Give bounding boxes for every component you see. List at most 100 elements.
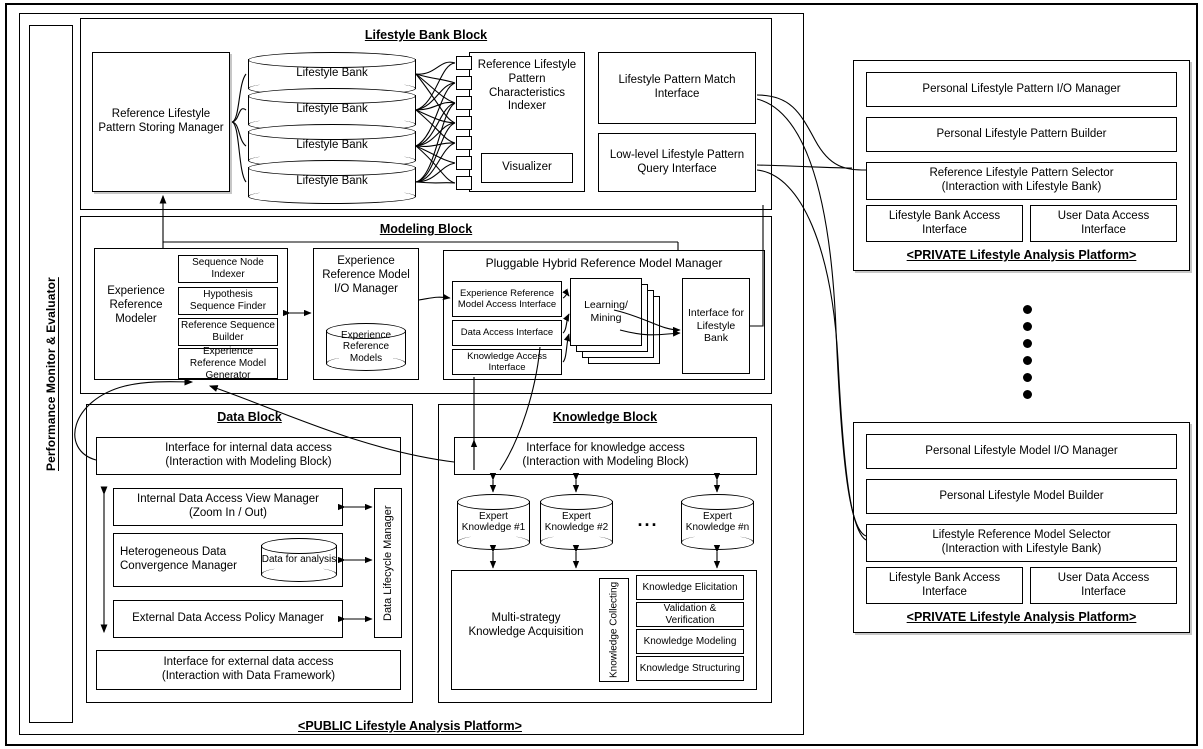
personal-lifestyle-model-builder[interactable]: Personal Lifestyle Model Builder [866, 479, 1177, 514]
indexer-port-7 [456, 176, 472, 190]
continuation-dot-2 [1023, 322, 1032, 331]
low-level-lifestyle-pattern-query-interface[interactable]: Low-level Lifestyle Pattern Query Interf… [598, 133, 756, 192]
private-platform-1-caption: <PRIVATE Lifestyle Analysis Platform> [906, 248, 1137, 262]
continuation-dot-5 [1023, 373, 1032, 382]
pp2-selector-line2: (Interaction with Lifestyle Bank) [941, 543, 1102, 555]
modeling-block-title: Modeling Block [379, 222, 473, 236]
learning-mining-label: Learning/ Mining [584, 299, 628, 324]
view-manager-line1: Internal Data Access View Manager [137, 493, 319, 506]
knowledge-structuring-label: Knowledge Structuring [639, 662, 741, 674]
experience-reference-model-access-interface[interactable]: Experience Reference Model Access Interf… [452, 281, 562, 317]
expert-knowledge-label: Expert Knowledge #n [685, 510, 750, 534]
continuation-dot-1 [1023, 305, 1032, 314]
acquisition-line2: Knowledge Acquisition [468, 625, 584, 638]
pp2-user-access-line1: User Data Access [1057, 571, 1150, 584]
continuation-dot-6 [1023, 390, 1032, 399]
external-interface-line1: Interface for external data access [163, 656, 334, 669]
external-interface-line2: (Interaction with Data Framework) [161, 670, 336, 682]
lifestyle-bank-cylinder-4[interactable]: Lifestyle Bank [248, 160, 416, 204]
interface-for-knowledge-access[interactable]: Interface for knowledge access (Interact… [454, 437, 757, 475]
pp2-user-access-line2: Interface [1081, 585, 1126, 598]
learning-mining-card-1[interactable]: Learning/ Mining [570, 278, 642, 346]
interface-for-internal-data-access[interactable]: Interface for internal data access (Inte… [96, 437, 401, 475]
lifestyle-reference-model-selector[interactable]: Lifestyle Reference Model Selector (Inte… [866, 524, 1177, 562]
policy-manager-label: External Data Access Policy Manager [132, 612, 324, 625]
expert-knowledge-store-2[interactable]: Expert Knowledge #2 [540, 494, 613, 550]
knowledge-interface-line2: (Interaction with Modeling Block) [522, 456, 689, 468]
acquisition-line1: Multi-strategy [491, 612, 561, 624]
knowledge-elicitation[interactable]: Knowledge Elicitation [636, 575, 744, 600]
visualizer-label: Visualizer [502, 161, 552, 174]
lifestyle-bank-block-title: Lifestyle Bank Block [364, 28, 488, 42]
indexer-port-1 [456, 56, 472, 70]
knowledge-collecting-label: Knowledge Collecting [608, 581, 620, 679]
data-for-analysis-store[interactable]: Data for analysis [261, 538, 337, 582]
expert-knowledge-store-n[interactable]: Expert Knowledge #n [681, 494, 754, 550]
experience-reference-models-label: Experience Reference Models [340, 329, 392, 364]
pp2-bank-access-line1: Lifestyle Bank Access [888, 571, 1001, 584]
expert-knowledge-ellipsis: ... [637, 510, 659, 530]
experience-reference-model-generator[interactable]: Experience Reference Model Generator [178, 345, 278, 381]
indexer-port-2 [456, 76, 472, 90]
io-manager-label: Experience Reference Model I/O Manager [322, 255, 410, 295]
hypothesis-sequence-finder-label: Hypothesis Sequence Finder [189, 289, 267, 312]
internal-interface-line1: Interface for internal data access [165, 442, 332, 455]
knowledge-access-interface-label: Knowledge Access Interface [467, 350, 547, 373]
expert-knowledge-label: Expert Knowledge #2 [544, 510, 609, 534]
interface-for-external-data-access[interactable]: Interface for external data access (Inte… [96, 650, 401, 690]
diagram-canvas: Performance Monitor & Evaluator <PUBLIC … [0, 0, 1203, 749]
pp2-row1-label: Personal Lifestyle Model I/O Manager [925, 444, 1118, 457]
hypothesis-sequence-finder[interactable]: Hypothesis Sequence Finder [178, 287, 278, 315]
view-manager-line2: (Zoom In / Out) [189, 507, 267, 519]
experience-reference-model-generator-label: Experience Reference Model Generator [189, 345, 267, 381]
internal-interface-line2: (Interaction with Modeling Block) [165, 456, 332, 468]
public-platform-caption: <PUBLIC Lifestyle Analysis Platform> [298, 719, 522, 733]
internal-data-access-view-manager[interactable]: Internal Data Access View Manager (Zoom … [113, 488, 343, 526]
knowledge-structuring[interactable]: Knowledge Structuring [636, 656, 744, 681]
lifestyle-pattern-match-interface[interactable]: Lifestyle Pattern Match Interface [598, 52, 756, 124]
personal-lifestyle-model-io-manager[interactable]: Personal Lifestyle Model I/O Manager [866, 434, 1177, 469]
reference-sequence-builder-label: Reference Sequence Builder [181, 320, 275, 343]
pp1-user-data-access-interface[interactable]: User Data Access Interface [1030, 205, 1177, 242]
experience-reference-models-store[interactable]: Experience Reference Models [326, 323, 406, 371]
pp2-lifestyle-bank-access-interface[interactable]: Lifestyle Bank Access Interface [866, 567, 1023, 604]
knowledge-modeling-label: Knowledge Modeling [643, 635, 737, 647]
personal-lifestyle-pattern-builder[interactable]: Personal Lifestyle Pattern Builder [866, 117, 1177, 152]
indexer-port-4 [456, 116, 472, 130]
interface-for-lifestyle-bank[interactable]: Interface for Lifestyle Bank [682, 278, 750, 374]
knowledge-access-interface[interactable]: Knowledge Access Interface [452, 349, 562, 375]
data-access-interface[interactable]: Data Access Interface [452, 320, 562, 346]
experience-reference-modeler-label: Experience Reference Modeler [107, 285, 165, 325]
personal-lifestyle-pattern-io-manager[interactable]: Personal Lifestyle Pattern I/O Manager [866, 72, 1177, 107]
continuation-dot-4 [1023, 356, 1032, 365]
knowledge-modeling[interactable]: Knowledge Modeling [636, 629, 744, 654]
pp1-bank-access-line1: Lifestyle Bank Access [888, 209, 1001, 222]
data-lifecycle-manager-label: Data Lifecycle Manager [382, 505, 394, 621]
reference-lifestyle-pattern-storing-manager[interactable]: Reference Lifestyle Pattern Storing Mana… [92, 52, 230, 192]
reference-lifestyle-pattern-selector[interactable]: Reference Lifestyle Pattern Selector (In… [866, 162, 1177, 200]
convergence-manager-label: Heterogeneous Data Convergence Manager [120, 546, 237, 572]
pp1-row1-label: Personal Lifestyle Pattern I/O Manager [922, 82, 1121, 95]
visualizer-box[interactable]: Visualizer [481, 153, 573, 183]
indexer-port-6 [456, 156, 472, 170]
sequence-node-indexer[interactable]: Sequence Node Indexer [178, 255, 278, 283]
performance-monitor-label: Performance Monitor & Evaluator [44, 277, 58, 471]
sequence-node-indexer-label: Sequence Node Indexer [192, 257, 264, 280]
external-data-access-policy-manager[interactable]: External Data Access Policy Manager [113, 600, 343, 638]
data-access-interface-label: Data Access Interface [460, 327, 554, 339]
expert-knowledge-store-1[interactable]: Expert Knowledge #1 [457, 494, 530, 550]
indexer-port-5 [456, 136, 472, 150]
private-platform-2-caption: <PRIVATE Lifestyle Analysis Platform> [906, 610, 1137, 624]
pp1-row2-label: Personal Lifestyle Pattern Builder [936, 127, 1107, 140]
validation-verification[interactable]: Validation & Verification [636, 602, 744, 627]
knowledge-elicitation-label: Knowledge Elicitation [642, 581, 738, 593]
data-block-title: Data Block [217, 410, 282, 424]
pp2-user-data-access-interface[interactable]: User Data Access Interface [1030, 567, 1177, 604]
pp1-bank-access-line2: Interface [922, 223, 967, 236]
reference-sequence-builder[interactable]: Reference Sequence Builder [178, 318, 278, 346]
pp1-user-access-line1: User Data Access [1057, 209, 1150, 222]
pp1-lifestyle-bank-access-interface[interactable]: Lifestyle Bank Access Interface [866, 205, 1023, 242]
match-interface-label: Lifestyle Pattern Match Interface [618, 74, 736, 100]
continuation-dot-3 [1023, 339, 1032, 348]
query-interface-label: Low-level Lifestyle Pattern Query Interf… [609, 148, 745, 175]
